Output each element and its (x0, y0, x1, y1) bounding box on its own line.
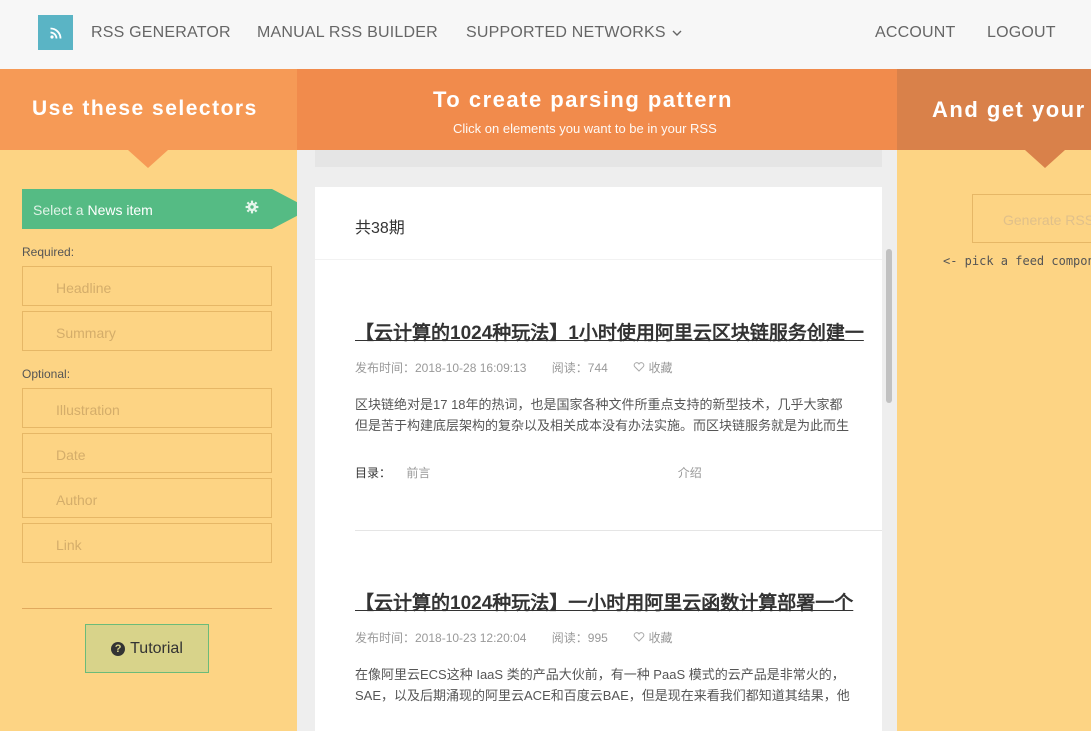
article-divider (355, 530, 882, 531)
nav-supported-networks-label: SUPPORTED NETWORKS (466, 24, 666, 41)
article-title[interactable]: 【云计算的1024种玩法】1小时使用阿里云区块链服务创建一 (355, 318, 864, 345)
article-reads: 阅读：744 (551, 361, 608, 375)
article-date: 发布时间：2018-10-23 12:20:04 (355, 631, 527, 645)
banner-pointer (128, 150, 168, 168)
gear-icon[interactable] (245, 200, 261, 216)
toc-link-preface[interactable]: 前言 (406, 466, 430, 480)
date-selector[interactable]: Date (22, 433, 272, 473)
author-selector[interactable]: Author (22, 478, 272, 518)
article-summary-line: 在像阿里云ECS这种 IaaS 类的产品大伙前，有一种 PaaS 模式的云产品是… (355, 667, 845, 682)
favorite-button[interactable]: 收藏 (633, 631, 694, 645)
required-label: Required: (22, 245, 75, 259)
result-banner-pointer (1025, 150, 1065, 168)
article-meta: 发布时间：2018-10-23 12:20:04 阅读：995 收藏 (355, 629, 717, 646)
optional-label: Optional: (22, 367, 71, 381)
favorite-label: 收藏 (648, 361, 673, 375)
selectors-banner-title: Use these selectors (32, 97, 258, 120)
summary-selector[interactable]: Summary (22, 311, 272, 351)
result-panel: And get your Generate RSS <- pick a feed… (897, 69, 1091, 731)
nav-logout[interactable]: LOGOUT (987, 24, 1056, 42)
tutorial-label: Tutorial (130, 639, 183, 657)
gear-svg (245, 200, 259, 214)
nav-manual-rss-builder[interactable]: MANUAL RSS BUILDER (257, 24, 438, 42)
article-summary-line: 但是苦于构建底层架构的复杂以及相关成本没有办法实施。而区块链服务就是为此而生 (355, 418, 850, 433)
toc-label: 目录： (355, 466, 392, 480)
top-nav: RSS GENERATOR MANUAL RSS BUILDER SUPPORT… (0, 0, 1091, 69)
article-summary[interactable]: 区块链绝对是17 18年的热词，也是国家各种文件所重点支持的新型技术，几乎大家都… (355, 394, 849, 436)
article-list: 共38期 【云计算的1024种玩法】1小时使用阿里云区块链服务创建一 发布时间：… (315, 187, 882, 731)
article-summary[interactable]: 在像阿里云ECS这种 IaaS 类的产品大伙前，有一种 PaaS 模式的云产品是… (355, 664, 850, 706)
pattern-banner-title: To create parsing pattern (433, 87, 733, 112)
scrollbar[interactable] (886, 249, 892, 403)
select-item-label: News item (87, 202, 153, 218)
select-news-item-button[interactable]: Select a News item (22, 189, 272, 229)
nav-rss-generator[interactable]: RSS GENERATOR (91, 24, 231, 42)
pick-hint: <- pick a feed component (943, 254, 1091, 268)
headline-selector[interactable]: Headline (22, 266, 272, 306)
article-toc: 目录： 前言 介绍 (355, 464, 702, 481)
selectors-panel: Use these selectors Select a News item R… (0, 69, 310, 731)
list-divider (315, 259, 882, 260)
heart-icon (633, 362, 645, 372)
pattern-banner: To create parsing pattern Click on eleme… (297, 69, 897, 150)
rss-icon (49, 27, 61, 39)
select-prefix: Select a (33, 202, 88, 218)
illustration-selector[interactable]: Illustration (22, 388, 272, 428)
article-summary-line: SAE，以及后期涌现的阿里云ACE和百度云BAE，但是现在来看我们都知道其结果，… (355, 688, 850, 703)
preview-panel: To create parsing pattern Click on eleme… (297, 69, 897, 731)
tutorial-button[interactable]: ? Tutorial (85, 624, 209, 673)
result-banner: And get your (897, 69, 1091, 150)
link-selector[interactable]: Link (22, 523, 272, 563)
pattern-banner-subtitle: Click on elements you want to be in your… (453, 121, 717, 136)
result-banner-title: And get your (932, 97, 1086, 122)
chevron-down-icon (672, 30, 682, 36)
page-header-strip (315, 150, 882, 167)
toc-link-intro[interactable]: 介绍 (678, 466, 702, 480)
issue-count[interactable]: 共38期 (355, 214, 405, 238)
nav-account[interactable]: ACCOUNT (875, 24, 956, 42)
divider (22, 608, 272, 609)
generate-rss-button[interactable]: Generate RSS (972, 194, 1091, 243)
heart-icon (633, 632, 645, 642)
article-title[interactable]: 【云计算的1024种玩法】一小时用阿里云函数计算部署一个 (355, 588, 853, 615)
nav-supported-networks[interactable]: SUPPORTED NETWORKS (466, 24, 682, 42)
article-summary-line: 区块链绝对是17 18年的热词，也是国家各种文件所重点支持的新型技术，几乎大家都 (355, 397, 843, 412)
favorite-label: 收藏 (648, 631, 673, 645)
favorite-button[interactable]: 收藏 (633, 361, 694, 375)
rss-logo-icon[interactable] (38, 15, 73, 50)
article-date: 发布时间：2018-10-28 16:09:13 (355, 361, 527, 375)
question-icon: ? (111, 641, 126, 656)
selectors-banner: Use these selectors (0, 69, 297, 150)
article-reads: 阅读：995 (551, 631, 608, 645)
article-meta: 发布时间：2018-10-28 16:09:13 阅读：744 收藏 (355, 359, 717, 376)
